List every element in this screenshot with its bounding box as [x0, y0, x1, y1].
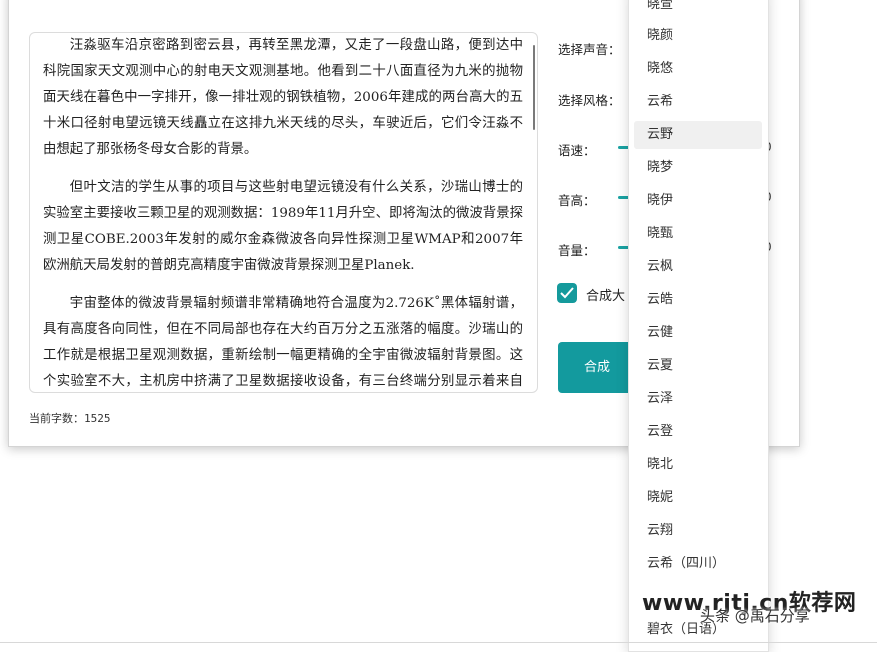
- char-count: 当前字数：1525: [29, 410, 111, 426]
- voice-option[interactable]: 晓甄: [634, 220, 762, 248]
- voice-option[interactable]: 云希: [634, 88, 762, 116]
- voice-option[interactable]: 云健: [634, 319, 762, 347]
- divider: [0, 642, 877, 643]
- voice-option[interactable]: 云夏: [634, 352, 762, 380]
- paragraph: 汪淼驱车沿京密路到密云县，再转至黑龙潭，又走了一段盘山路，便到达中科院国家天文观…: [43, 38, 523, 157]
- watermark-user: 头条 @禹石分享: [700, 607, 810, 625]
- synth-checkbox-label: 合成大: [586, 289, 626, 304]
- voice-option[interactable]: 云枫: [634, 253, 762, 281]
- speed-label: 语速：: [558, 143, 596, 158]
- voice-option[interactable]: 晓萱: [634, 0, 762, 19]
- voice-option[interactable]: 晓伊: [634, 187, 762, 215]
- voice-option[interactable]: 晓梦: [634, 154, 762, 182]
- voice-option[interactable]: 晓妮: [634, 484, 762, 512]
- voice-option[interactable]: 云登: [634, 418, 762, 446]
- voice-option-hovered[interactable]: 云野: [634, 121, 762, 149]
- voice-option[interactable]: 晓北: [634, 451, 762, 479]
- text-scrollbar[interactable]: [533, 45, 535, 130]
- paragraph: 但叶文洁的学生从事的项目与这些射电望远镜没有什么关系，沙瑞山博士的实验室主要接收…: [43, 180, 523, 273]
- voice-option[interactable]: 云希（四川）: [634, 550, 762, 578]
- char-count-label: 当前字数：: [29, 412, 84, 425]
- voice-option[interactable]: 云皓: [634, 286, 762, 314]
- text-input-area[interactable]: 汪淼驱车沿京密路到密云县，再转至黑龙潭，又走了一段盘山路，便到达中科院国家天文观…: [29, 32, 538, 393]
- paragraph: 宇宙整体的微波背景辐射频谱非常精确地符合温度为2.726K˚黑体辐射谱，具有高度…: [43, 296, 523, 389]
- checkmark-icon: [560, 287, 574, 299]
- style-select-label: 选择风格：: [558, 93, 621, 108]
- voice-dropdown-list[interactable]: 晓萱 晓颜 晓悠 云希 云野 晓梦 晓伊 晓甄 云枫 云皓 云健 云夏 云泽 云…: [628, 0, 769, 652]
- text-content[interactable]: 汪淼驱车沿京密路到密云县，再转至黑龙潭，又走了一段盘山路，便到达中科院国家天文观…: [43, 33, 523, 392]
- volume-label: 音量：: [558, 243, 596, 258]
- pitch-label: 音高：: [558, 193, 596, 208]
- voice-option[interactable]: 云泽: [634, 385, 762, 413]
- voice-select-label: 选择声音：: [558, 42, 621, 57]
- voice-option[interactable]: 云翔: [634, 517, 762, 545]
- synth-checkbox[interactable]: [557, 283, 577, 303]
- voice-option[interactable]: 晓悠: [634, 55, 762, 83]
- char-count-value: 1525: [84, 412, 111, 425]
- synthesize-button[interactable]: 合成: [558, 342, 638, 393]
- voice-option[interactable]: 晓颜: [634, 22, 762, 50]
